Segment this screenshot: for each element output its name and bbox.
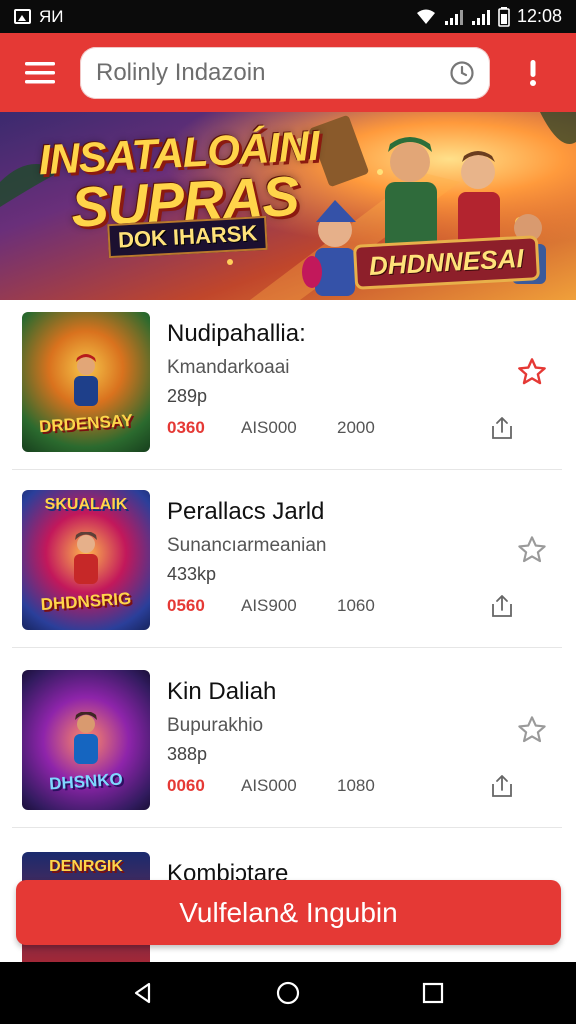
share-button[interactable] <box>484 768 520 804</box>
promo-banner[interactable]: INSATALOÁINI SUPRAS DOK IHARSK DHDNNESAI <box>0 112 576 300</box>
share-button[interactable] <box>484 588 520 624</box>
game-title: Kin Daliah <box>167 678 277 705</box>
game-price: 0060 <box>167 776 205 795</box>
share-icon <box>492 595 512 617</box>
wifi-icon <box>416 9 435 24</box>
game-meta: 0360 AIS000 2000 <box>167 418 417 438</box>
status-right: 12:08 <box>415 6 562 27</box>
list-item[interactable]: DRDENSAY Nudipahallia: Kmandarkoaai 289p… <box>12 300 562 470</box>
back-triangle-icon <box>134 982 150 1004</box>
game-size: 289p <box>167 386 208 406</box>
game-rating-count: 1060 <box>337 596 375 615</box>
share-icon <box>492 775 512 797</box>
signal-icon <box>444 9 463 25</box>
game-thumbnail: DHSNKO <box>22 670 150 810</box>
star-icon <box>518 716 546 743</box>
game-subtitle: Sunancıarmeanian <box>167 535 327 556</box>
game-downloads: AIS000 <box>241 776 297 795</box>
game-meta: 0560 AIS900 1060 <box>167 596 417 616</box>
share-icon <box>492 417 512 439</box>
system-nav-bar <box>0 962 576 1024</box>
gallery-notification-icon <box>14 9 31 24</box>
game-subtitle: Bupurakhio <box>167 715 264 736</box>
list-item[interactable]: DHSNKO Kin Daliah Bupurakhio 388p 0060 A… <box>12 658 562 828</box>
list-item[interactable]: SKUALAIK DHDNSRIG Perallacs Jarld Sunanc… <box>12 478 562 648</box>
game-rating-count: 1080 <box>337 776 375 795</box>
carrier-label: ЯИ <box>39 6 64 26</box>
character-art <box>74 712 98 764</box>
share-button[interactable] <box>484 410 520 446</box>
game-price: 0360 <box>167 418 205 437</box>
alert-button[interactable] <box>490 33 576 112</box>
signal-icon-2 <box>471 9 490 25</box>
exclamation-icon <box>530 59 536 86</box>
game-size: 433kp <box>167 564 217 584</box>
status-bar: ЯИ 12:08 <box>0 0 576 33</box>
search-input[interactable]: Rolinly Indazoin <box>80 46 490 99</box>
home-circle-icon <box>276 981 300 1005</box>
game-thumbnail: DRDENSAY <box>22 312 150 452</box>
game-subtitle: Kmandarkoaai <box>167 357 290 378</box>
primary-action-button[interactable]: Vulfelan& Ingubin <box>16 880 561 945</box>
back-button[interactable] <box>119 969 167 1017</box>
history-button[interactable] <box>448 59 476 87</box>
menu-button[interactable] <box>0 33 80 112</box>
thumbnail-top-title: DENRGIK <box>49 858 123 875</box>
search-placeholder: Rolinly Indazoin <box>96 58 266 86</box>
game-price: 0560 <box>167 596 205 615</box>
clock-icon <box>450 60 474 85</box>
thumbnail-title: DHDNSRIG <box>40 588 132 615</box>
app-bar: Rolinly Indazoin <box>0 33 576 112</box>
game-title: Perallacs Jarld <box>167 498 325 525</box>
favorite-button[interactable] <box>512 710 552 750</box>
app-screen: ЯИ 12:08 Rolinly Indazoin INSATALOÁINI S… <box>0 0 576 1024</box>
status-left: ЯИ <box>14 7 64 27</box>
thumbnail-title: DRDENSAY <box>38 410 134 437</box>
home-button[interactable] <box>264 969 312 1017</box>
favorite-button[interactable] <box>512 352 552 392</box>
star-icon <box>518 358 546 385</box>
game-meta: 0060 AIS000 1080 <box>167 776 417 796</box>
recents-square-icon <box>423 982 444 1004</box>
thumbnail-top-title: SKUALAIK <box>44 496 128 513</box>
game-thumbnail: SKUALAIK DHDNSRIG <box>22 490 150 630</box>
game-title: Nudipahallia: <box>167 320 306 347</box>
recents-button[interactable] <box>409 969 457 1017</box>
clock-time: 12:08 <box>516 6 562 26</box>
star-icon <box>518 536 546 563</box>
battery-icon <box>498 6 510 27</box>
character-art <box>74 354 98 406</box>
game-downloads: AIS900 <box>241 596 297 615</box>
hamburger-icon <box>25 61 55 83</box>
favorite-button[interactable] <box>512 530 552 570</box>
game-downloads: AIS000 <box>241 418 297 437</box>
game-size: 388p <box>167 744 208 764</box>
character-art <box>74 532 98 584</box>
thumbnail-title: DHSNKO <box>48 769 124 794</box>
game-rating-count: 2000 <box>337 418 375 437</box>
